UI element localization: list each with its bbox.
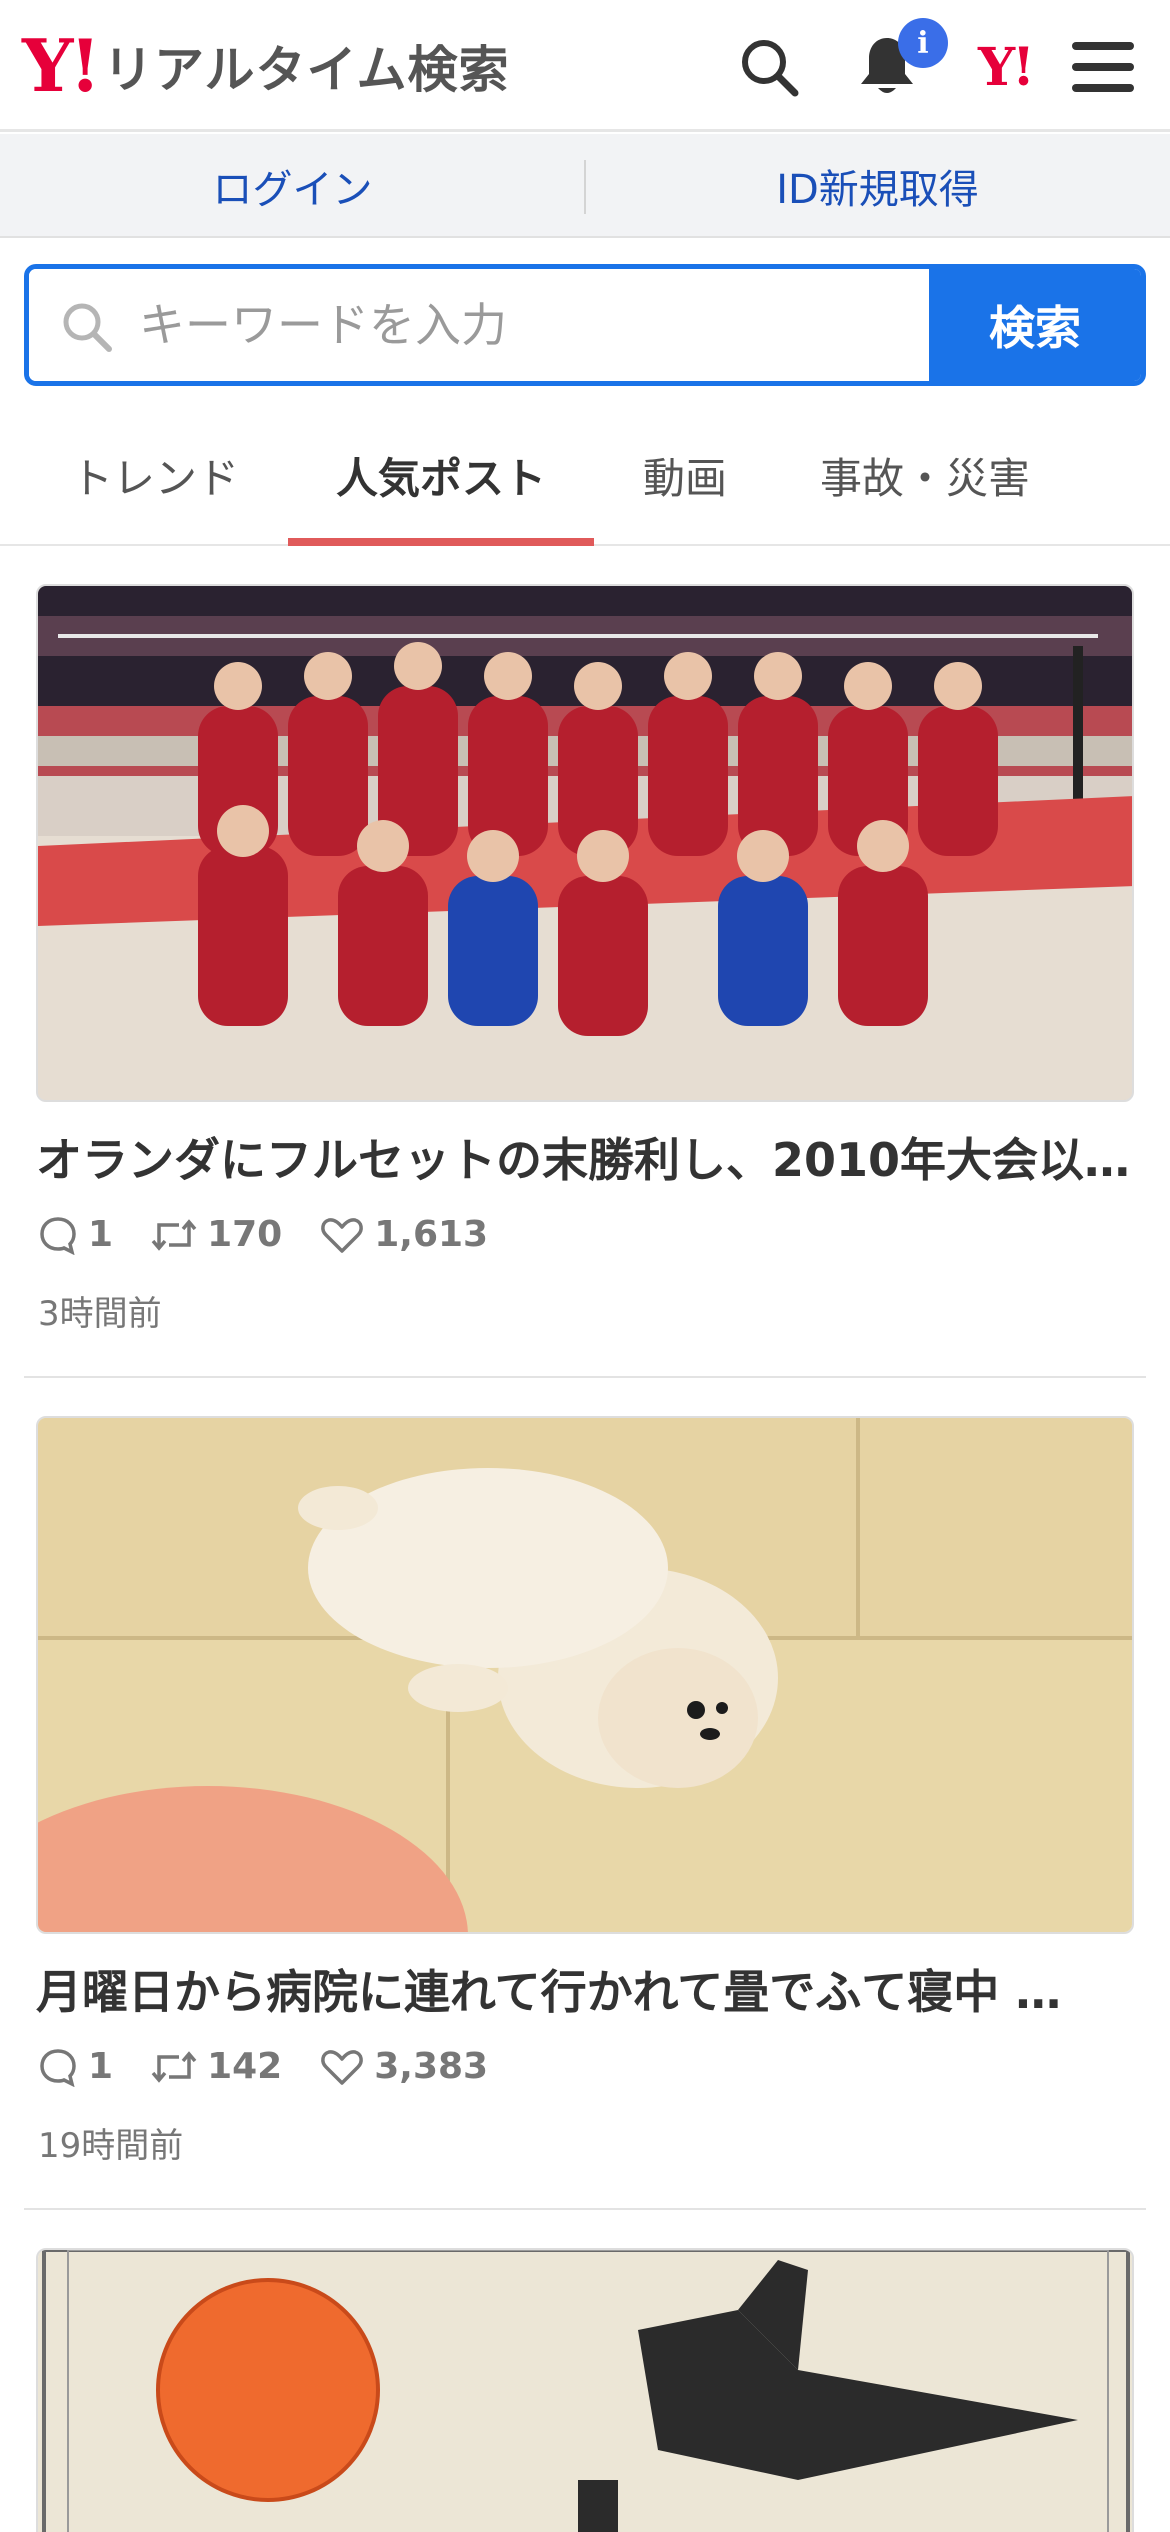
post-stats: 1 142 3,383 — [38, 2046, 526, 2087]
post-stats: 1 170 1,613 — [38, 1214, 526, 1255]
tab-accident-disaster[interactable]: 事故・災害 — [790, 404, 1060, 546]
reply-count[interactable]: 1 — [38, 2046, 113, 2087]
like-count-value: 3,383 — [374, 2046, 489, 2087]
search-field — [29, 269, 939, 381]
post-card[interactable]: 月曜日から病院に連れて行かれて畳でふて寝中 … 1 142 3,383 19時間… — [24, 1416, 1146, 2210]
tab-trend[interactable]: トレンド — [40, 404, 270, 546]
search-input[interactable] — [139, 269, 939, 381]
tab-popular-posts[interactable]: 人気ポスト — [288, 404, 594, 546]
repost-count-value: 142 — [207, 2046, 283, 2087]
like-icon — [321, 2049, 364, 2085]
post-image-pomeranian[interactable] — [36, 1416, 1134, 1934]
like-count-value: 1,613 — [374, 1214, 489, 1255]
yj-logo-icon[interactable]: Y! — [960, 22, 1050, 112]
post-title[interactable]: 月曜日から病院に連れて行かれて畳でふて寝中 … — [36, 1956, 1134, 2022]
post-timestamp: 19時間前 — [38, 2126, 184, 2166]
search-button[interactable]: 検索 — [929, 269, 1141, 381]
active-tab-indicator — [288, 538, 594, 546]
post-divider — [24, 2208, 1146, 2210]
repost-icon — [151, 1218, 197, 1251]
search-icon[interactable] — [724, 22, 814, 112]
reply-count-value: 1 — [88, 1214, 114, 1255]
hamburger-menu-icon[interactable] — [1058, 22, 1148, 112]
repost-count[interactable]: 170 — [151, 1214, 282, 1255]
notification-badge: i — [898, 18, 948, 68]
category-tabs: トレンド 人気ポスト 動画 事故・災害 — [0, 404, 1170, 546]
like-icon — [321, 1217, 364, 1253]
post-image-child-drawing[interactable] — [36, 2248, 1134, 2532]
login-link[interactable]: ログイン — [0, 134, 585, 238]
post-divider — [24, 1376, 1146, 1378]
search-box: 検索 — [24, 264, 1146, 386]
app-header: Y! リアルタイム検索 i Y! — [0, 0, 1170, 132]
reply-count[interactable]: 1 — [38, 1214, 113, 1255]
post-card[interactable]: オランダにフルセットの末勝利し、2010年大会以来、15年ぶりにベスト4進出 1… — [24, 584, 1146, 1378]
reply-icon — [40, 2048, 76, 2087]
yahoo-realtime-logo[interactable]: Y! リアルタイム検索 — [22, 26, 510, 106]
repost-icon — [151, 2050, 197, 2083]
repost-count-value: 170 — [207, 1214, 283, 1255]
search-field-icon — [59, 299, 115, 359]
like-count[interactable]: 1,613 — [320, 1214, 488, 1255]
account-bar: ログイン ID新規取得 — [0, 134, 1170, 238]
reply-icon — [40, 1216, 76, 1255]
post-card[interactable] — [24, 2248, 1146, 2532]
post-image-volleyball-team[interactable] — [36, 584, 1134, 1102]
like-count[interactable]: 3,383 — [320, 2046, 488, 2087]
logo-text: リアルタイム検索 — [103, 41, 510, 99]
yj-mark: Y! — [978, 36, 1035, 98]
signup-link[interactable]: ID新規取得 — [585, 134, 1170, 238]
notification-bell-button[interactable]: i — [842, 18, 948, 112]
post-title[interactable]: オランダにフルセットの末勝利し、2010年大会以来、15年ぶりにベスト4進出 — [36, 1124, 1134, 1190]
repost-count[interactable]: 142 — [151, 2046, 282, 2087]
tab-video[interactable]: 動画 — [610, 404, 760, 546]
reply-count-value: 1 — [88, 2046, 114, 2087]
logo-mark: Y! — [22, 23, 101, 108]
post-timestamp: 3時間前 — [38, 1294, 162, 1334]
